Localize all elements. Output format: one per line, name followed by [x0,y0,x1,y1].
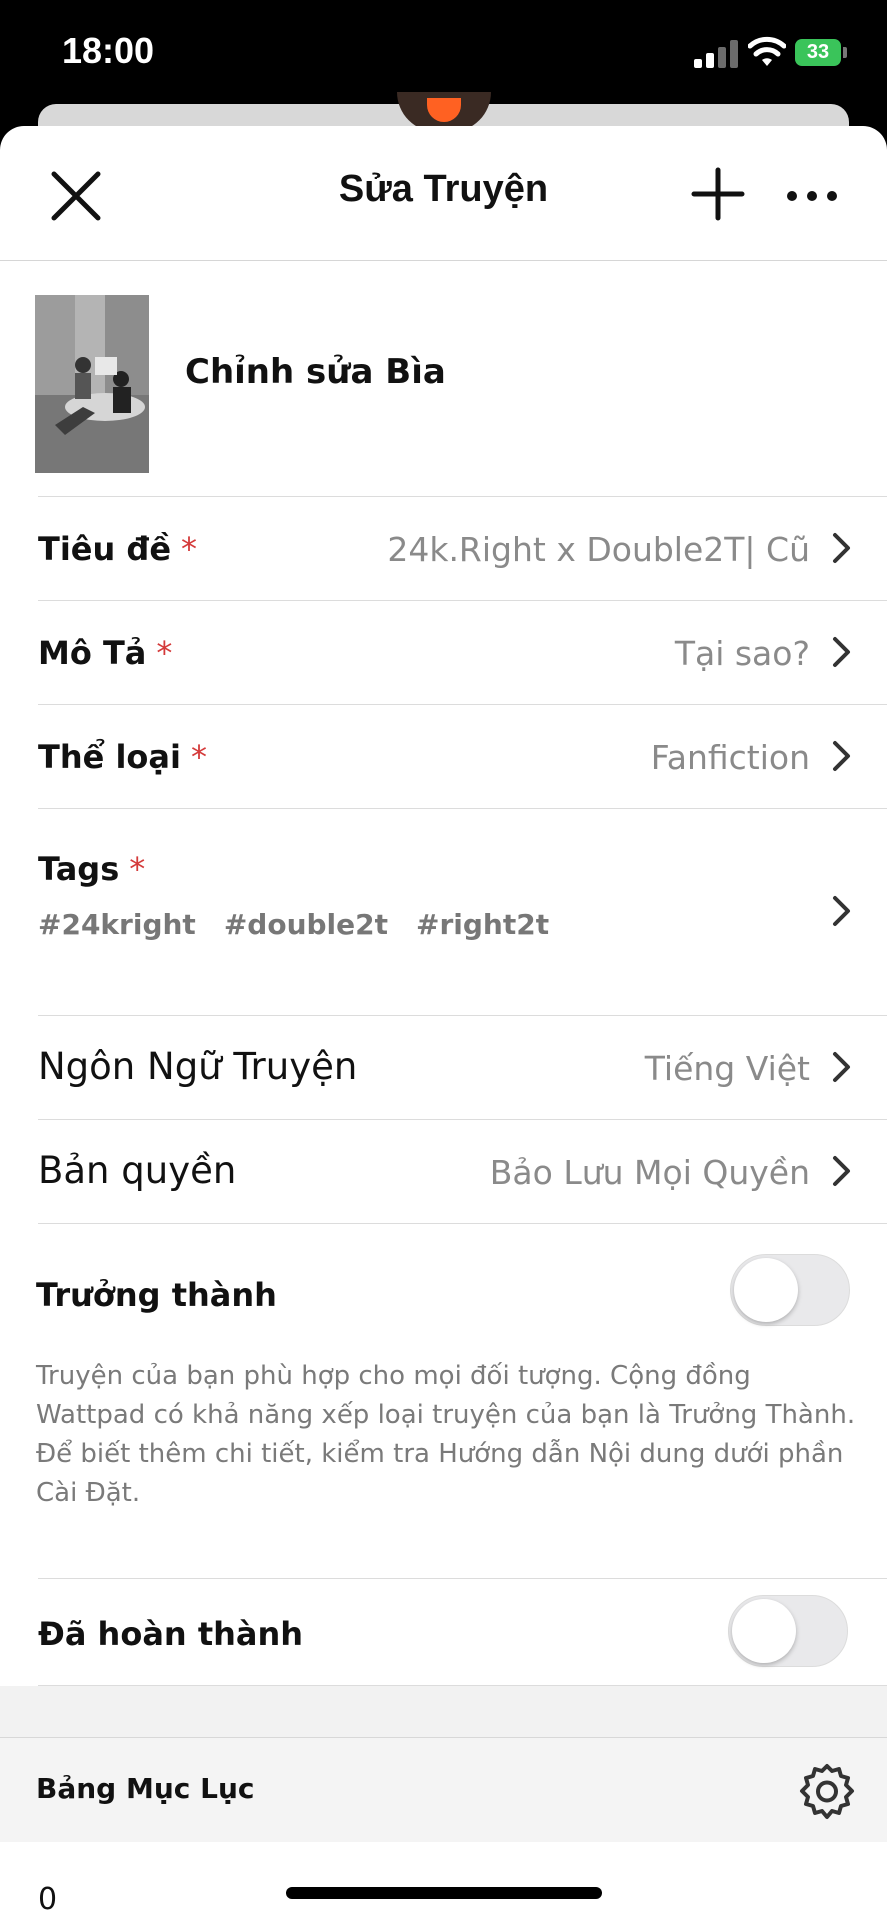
toc-label: Bảng Mục Lục [36,1772,255,1805]
language-row[interactable]: Ngôn Ngữ Truyện Tiếng Việt [38,1015,887,1120]
battery-nub [843,47,847,58]
category-value: Fanfiction [650,738,810,777]
table-of-contents-header: Bảng Mục Lục [0,1737,887,1843]
completed-toggle[interactable] [728,1595,848,1667]
chevron-right-icon [833,533,850,563]
category-row[interactable]: Thể loại * Fanfiction [38,704,887,809]
description-row[interactable]: Mô Tả * Tại sao? [38,600,887,705]
more-icon[interactable] [784,176,840,216]
required-mark: * [156,634,173,672]
battery-level: 33 [806,41,830,63]
chevron-right-icon [833,741,850,771]
toggle-knob [732,1599,796,1663]
title-value: 24k.Right x Double2T| Cũ [387,530,810,569]
category-label: Thể loại * [38,738,207,776]
language-label: Ngôn Ngữ Truyện [38,1045,358,1088]
plus-icon[interactable] [690,166,746,222]
edit-story-sheet: Sửa Truyện Chỉnh sửa Bìa Tiêu đề * 24k.R… [0,126,887,1920]
edit-cover-row[interactable]: Chỉnh sửa Bìa [35,260,887,497]
signal-icon [694,38,738,68]
tags-row[interactable]: Tags * #24kright #double2t #right2t [38,808,887,1016]
chevron-right-icon [833,1052,850,1082]
chevron-right-icon [833,637,850,667]
tag-item: #double2t [223,908,388,941]
completed-label: Đã hoàn thành [38,1615,304,1653]
navigation-bar: Sửa Truyện [0,126,887,261]
copyright-row[interactable]: Bản quyền Bảo Lưu Mọi Quyền [38,1119,887,1224]
toc-first-item[interactable]: 0 [38,1882,57,1917]
completed-row: Đã hoàn thành [38,1578,887,1686]
description-label: Mô Tả * [38,634,173,672]
edit-cover-label: Chỉnh sửa Bìa [185,352,446,392]
status-time: 18:00 [62,30,155,71]
battery-icon: 33 [795,39,841,66]
cover-image[interactable] [35,295,149,473]
toggle-knob [734,1258,798,1322]
required-mark: * [129,850,146,888]
tags-label: Tags * [38,850,146,888]
home-indicator[interactable] [286,1887,602,1899]
tag-list: #24kright #double2t #right2t [38,908,577,941]
copyright-label: Bản quyền [38,1149,237,1192]
tag-item: #24kright [38,908,196,941]
title-row[interactable]: Tiêu đề * 24k.Right x Double2T| Cũ [38,496,887,601]
mature-label: Trưởng thành [36,1276,277,1314]
tag-item: #right2t [416,908,550,941]
chevron-right-icon [833,1156,850,1186]
required-mark: * [181,530,198,568]
description-value: Tại sao? [674,634,810,673]
toc-list [0,1842,887,1920]
required-mark: * [190,738,207,776]
gear-icon[interactable] [797,1762,857,1822]
mature-toggle[interactable] [730,1254,850,1326]
chevron-right-icon [833,896,850,926]
copyright-value: Bảo Lưu Mọi Quyền [489,1153,810,1192]
language-value: Tiếng Việt [644,1049,810,1088]
page-title: Sửa Truyện [338,168,549,210]
mature-description: Truyện của bạn phù hợp cho mọi đối tượng… [36,1361,856,1508]
wifi-icon [748,36,786,66]
title-label: Tiêu đề * [38,530,198,568]
